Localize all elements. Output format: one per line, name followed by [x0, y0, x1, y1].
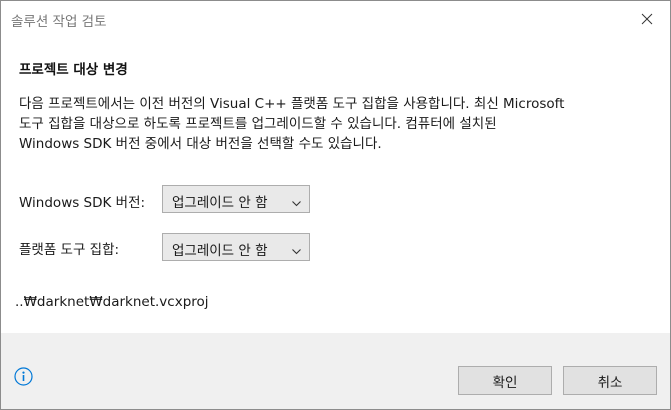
sdk-version-select[interactable]: 업그레이드 안 함 [162, 185, 310, 213]
description-line: Windows SDK 버전 중에서 대상 버전을 선택할 수도 있습니다. [19, 136, 382, 152]
toolset-select[interactable]: 업그레이드 안 함 [162, 233, 310, 261]
close-icon [641, 13, 653, 25]
close-button[interactable] [624, 1, 670, 37]
description-line: 도구 집합을 대상으로 하도록 프로젝트를 업그레이드할 수 있습니다. 컴퓨터… [19, 116, 497, 132]
info-icon[interactable] [14, 367, 33, 390]
cancel-button[interactable]: 취소 [563, 366, 657, 395]
description-text: 다음 프로젝트에서는 이전 버전의 Visual C++ 플랫폼 도구 집합을 … [19, 94, 659, 154]
title-bar: 솔루션 작업 검토 [1, 1, 670, 37]
dialog-footer: 확인 취소 [1, 333, 670, 409]
chevron-down-icon [292, 195, 301, 211]
section-heading: 프로젝트 대상 변경 [19, 62, 128, 78]
chevron-down-icon [292, 243, 301, 259]
retarget-dialog: 솔루션 작업 검토 프로젝트 대상 변경 다음 프로젝트에서는 이전 버전의 V… [0, 0, 671, 410]
toolset-label: 플랫폼 도구 집합: [19, 242, 120, 258]
sdk-version-label: Windows SDK 버전: [19, 195, 146, 211]
project-path: ..₩darknet₩darknet.vcxproj [15, 294, 209, 310]
ok-button[interactable]: 확인 [458, 366, 552, 395]
description-line: 다음 프로젝트에서는 이전 버전의 Visual C++ 플랫폼 도구 집합을 … [19, 96, 565, 112]
window-title: 솔루션 작업 검토 [11, 14, 107, 30]
toolset-value: 업그레이드 안 함 [172, 243, 268, 259]
sdk-version-value: 업그레이드 안 함 [172, 195, 268, 211]
